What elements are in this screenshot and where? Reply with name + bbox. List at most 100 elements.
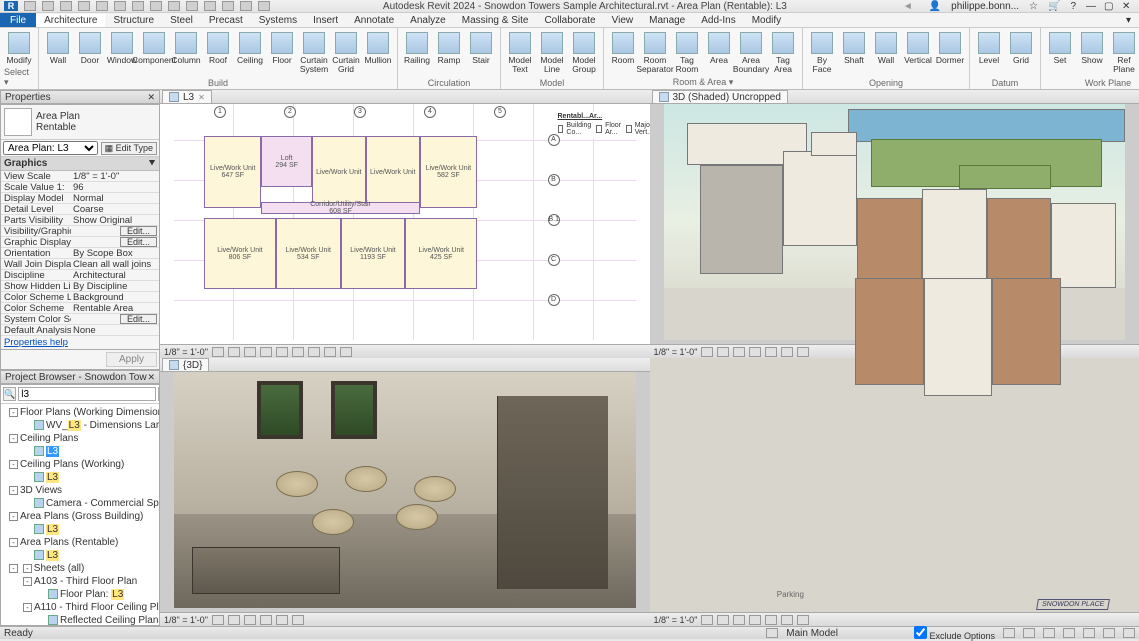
view-3d-camera[interactable]: {3D} 1/8" = 1'-0" — [160, 358, 650, 626]
tab-structure[interactable]: Structure — [105, 14, 162, 27]
status-face-icon[interactable] — [1063, 628, 1075, 638]
door-button[interactable]: Door — [75, 30, 105, 65]
prop-parts-visibility[interactable]: Parts VisibilityShow Original — [1, 215, 159, 226]
prop-show-hidden-lines[interactable]: Show Hidden LinesBy Discipline — [1, 281, 159, 292]
prop-display-model[interactable]: Display ModelNormal — [1, 193, 159, 204]
r-render-icon[interactable] — [292, 615, 304, 625]
tree-node[interactable]: -Ceiling Plans (Working) — [3, 458, 157, 471]
room[interactable]: Live/Work Unit — [366, 136, 420, 207]
view-tab-3d[interactable]: {3D} — [162, 358, 209, 371]
render-view-controls[interactable]: 1/8" = 1'-0" — [160, 612, 650, 626]
model-group-button[interactable]: Model Group — [569, 30, 599, 73]
tree-node[interactable]: -A103 - Third Floor Plan — [3, 575, 157, 588]
tab-modify[interactable]: Modify — [744, 14, 789, 27]
tree-node[interactable]: L3 — [3, 549, 157, 562]
prop-default-analysis-di-[interactable]: Default Analysis Di...None — [1, 325, 159, 336]
model-text-button[interactable]: Model Text — [505, 30, 535, 73]
mullion-button[interactable]: Mullion — [363, 30, 393, 65]
prop-edit-button[interactable]: Edit... — [120, 314, 157, 324]
qat-section-icon[interactable] — [204, 1, 216, 11]
shadow-icon[interactable] — [276, 347, 288, 357]
ramp-button[interactable]: Ramp — [434, 30, 464, 65]
cart-icon[interactable]: 🛒 — [1045, 1, 1063, 12]
iso2-d-icon[interactable] — [749, 615, 761, 625]
iso-scale-icon[interactable] — [701, 347, 713, 357]
qat-text-icon[interactable] — [168, 1, 180, 11]
scale-icon[interactable] — [212, 347, 224, 357]
status-select-icon[interactable] — [1023, 628, 1035, 638]
room[interactable]: Loft294 SF — [261, 136, 311, 187]
model-line-button[interactable]: Model Line — [537, 30, 567, 73]
tab-manage[interactable]: Manage — [641, 14, 693, 27]
wall-button[interactable]: Wall — [871, 30, 901, 65]
tree-node[interactable]: -3D Views — [3, 484, 157, 497]
qat-open-icon[interactable] — [24, 1, 36, 11]
column-button[interactable]: Column — [171, 30, 201, 65]
area-button[interactable]: Area — [704, 30, 734, 65]
plan-view-controls[interactable]: 1/8" = 1'-0" — [160, 344, 650, 358]
file-tab[interactable]: File — [0, 13, 36, 27]
qat-dim-icon[interactable] — [150, 1, 162, 11]
iso-style-icon[interactable] — [733, 347, 745, 357]
tab-add-ins[interactable]: Add-Ins — [693, 14, 743, 27]
user-label[interactable]: philippe.bonn... — [948, 1, 1022, 12]
railing-button[interactable]: Railing — [402, 30, 432, 65]
tree-node[interactable]: L3 — [3, 445, 157, 458]
prop-wall-join-display[interactable]: Wall Join DisplayClean all wall joins — [1, 259, 159, 270]
tab-view[interactable]: View — [604, 14, 642, 27]
infocentre-icon[interactable]: 👤 — [926, 1, 944, 12]
modify-button[interactable]: Modify — [4, 30, 34, 65]
favorites-icon[interactable]: ☆ — [1026, 1, 1041, 12]
ribbon-collapse-icon[interactable]: ▾ — [1118, 14, 1139, 27]
tree-node[interactable]: -Floor Plans (Working Dimensions) — [3, 406, 157, 419]
apply-button[interactable]: Apply — [106, 352, 157, 367]
qat-measure-icon[interactable] — [132, 1, 144, 11]
close-button[interactable]: ✕ — [1119, 1, 1133, 12]
tag-area-button[interactable]: Tag Area — [768, 30, 798, 73]
prop-color-scheme-loc-[interactable]: Color Scheme Loc...Background — [1, 292, 159, 303]
status-pin-icon[interactable] — [1103, 628, 1115, 638]
iso2-c-icon[interactable] — [733, 615, 745, 625]
room[interactable]: Live/Work Unit647 SF — [204, 136, 262, 207]
tree-node[interactable]: - -Sheets (all) — [3, 562, 157, 575]
render-canvas[interactable] — [174, 372, 636, 608]
status-drag-icon[interactable] — [1043, 628, 1055, 638]
qat-print-icon[interactable] — [114, 1, 126, 11]
browser-header[interactable]: Project Browser - Snowdon Towers Sample … — [0, 370, 160, 384]
prop-view-scale[interactable]: View Scale1/8" = 1'-0" — [1, 171, 159, 182]
ref-plane-button[interactable]: Ref Plane — [1109, 30, 1139, 73]
iso2-a-icon[interactable] — [701, 615, 713, 625]
qat-close-icon[interactable] — [240, 1, 252, 11]
prop-orientation[interactable]: OrientationBy Scope Box — [1, 248, 159, 259]
room[interactable]: Live/Work Unit — [312, 136, 366, 207]
room[interactable]: Live/Work Unit425 SF — [405, 218, 477, 289]
tree-node[interactable]: Camera - Commercial Space L3 — [3, 497, 157, 510]
qat-3d-icon[interactable] — [186, 1, 198, 11]
room[interactable]: Live/Work Unit806 SF — [204, 218, 276, 289]
wall-button[interactable]: Wall — [43, 30, 73, 65]
grid-bubble[interactable]: 2 — [284, 106, 296, 118]
tab-precast[interactable]: Precast — [201, 14, 251, 27]
iso2-f-icon[interactable] — [781, 615, 793, 625]
instance-selector[interactable]: Area Plan: L3 — [3, 141, 98, 155]
search-box[interactable]: ◄ — [900, 1, 922, 12]
style-icon[interactable] — [244, 347, 256, 357]
ceiling-button[interactable]: Ceiling — [235, 30, 265, 65]
tree-node[interactable]: L3 — [3, 523, 157, 536]
r-detail-icon[interactable] — [228, 615, 240, 625]
prop-visibility-graphics-[interactable]: Visibility/Graphics ...Edit... — [1, 226, 159, 237]
tag-room-button[interactable]: Tag Room — [672, 30, 702, 73]
prop-edit-button[interactable]: Edit... — [120, 237, 157, 247]
status-worksets-icon[interactable] — [766, 628, 778, 638]
minimize-button[interactable]: — — [1083, 1, 1097, 12]
iso-render-icon[interactable] — [781, 347, 793, 357]
room[interactable]: Corridor/Utility/Stair608 SF — [261, 202, 419, 214]
r-shadow-icon[interactable] — [276, 615, 288, 625]
vertical-button[interactable]: Vertical — [903, 30, 933, 65]
room[interactable]: Live/Work Unit1193 SF — [341, 218, 406, 289]
r-sun-icon[interactable] — [260, 615, 272, 625]
grid-bubble[interactable]: 3 — [354, 106, 366, 118]
tree-node[interactable]: WV_L3 - Dimensions Large Scale — [3, 419, 157, 432]
grid-bubble[interactable]: C — [548, 254, 560, 266]
grid-bubble[interactable]: 5 — [494, 106, 506, 118]
